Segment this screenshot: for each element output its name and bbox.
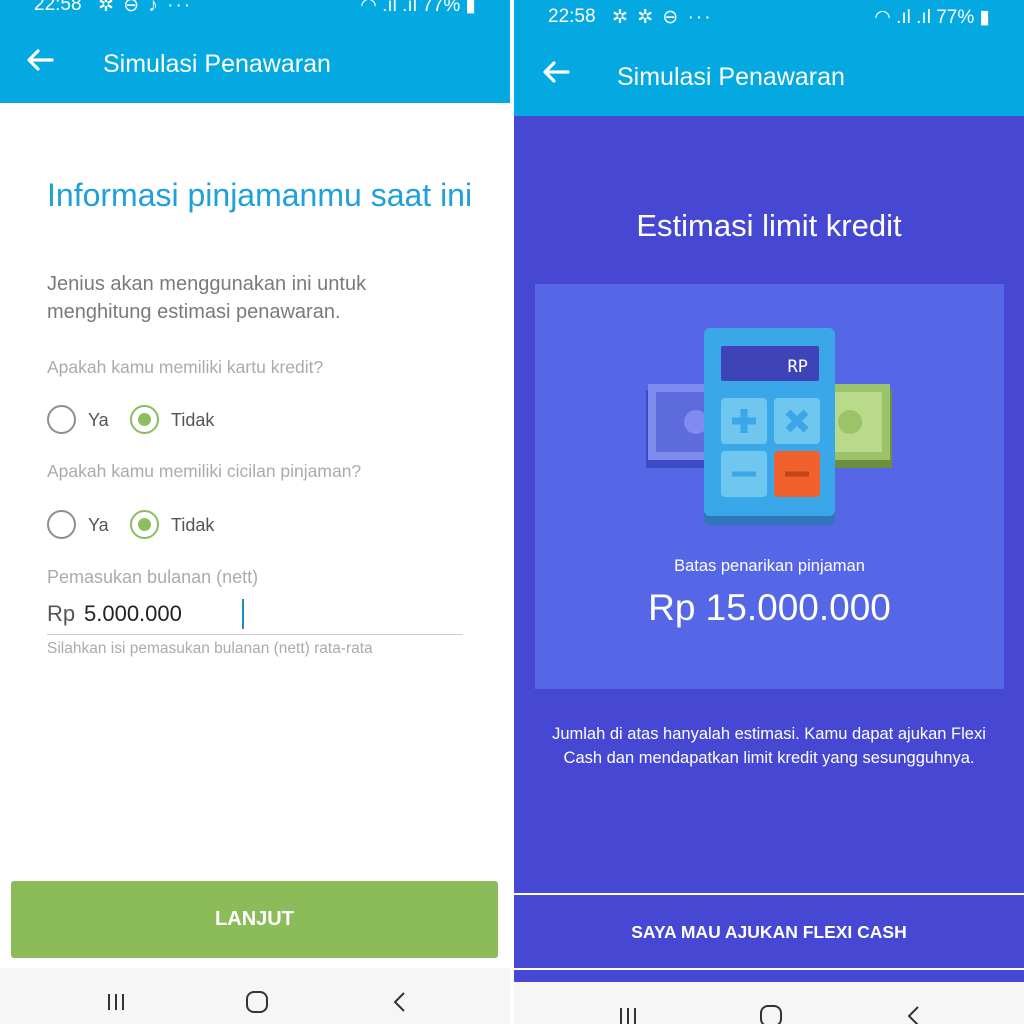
status-time: 22:58 [34, 0, 82, 15]
battery-icon: ▮ [979, 7, 990, 28]
battery-level: 77% [936, 7, 975, 28]
signal-icon: .ıl .ıl [896, 7, 931, 28]
status-bar: 22:58 ✲ ⊖ ♪ ··· ◠ .ıl .ıl 77% ▮ [0, 0, 510, 34]
signal-icon: .ıl .ıl [382, 0, 417, 16]
calculator-illustration: RP [646, 328, 892, 525]
recents-icon[interactable] [608, 996, 648, 1024]
form-heading: Informasi pinjamanmu saat ini [47, 177, 473, 213]
right-screen: 22:58 ✲ ✲ ⊖ ··· ◠ .ıl .ıl 77% ▮ Simulasi… [514, 0, 1024, 1024]
system-nav-bar [514, 982, 1024, 1024]
text-cursor [242, 599, 244, 629]
calculator-display: RP [788, 357, 808, 377]
app-bar: 22:58 ✲ ⊖ ♪ ··· ◠ .ıl .ıl 77% ▮ Simulasi… [0, 0, 510, 103]
estimate-card: RP Batas penarikan pinjaman Rp 15.000.00… [535, 284, 1004, 689]
home-icon[interactable] [751, 996, 791, 1024]
status-time: 22:58 [548, 6, 596, 27]
page-title: Simulasi Penawaran [617, 63, 845, 91]
limit-label: Batas penarikan pinjaman [674, 557, 865, 575]
radio-ya[interactable] [47, 405, 76, 434]
apply-flexi-cash-button[interactable]: SAYA MAU AJUKAN FLEXI CASH [514, 896, 1024, 968]
wifi-icon: ◠ [360, 0, 377, 16]
app-bar: 22:58 ✲ ✲ ⊖ ··· ◠ .ıl .ıl 77% ▮ Simulasi… [514, 0, 1024, 116]
radio-tidak[interactable] [130, 405, 159, 434]
system-nav-bar [0, 968, 510, 1024]
question-credit-card: Apakah kamu memiliki kartu kredit? [47, 357, 324, 377]
estimate-note: Jumlah di atas hanyalah estimasi. Kamu d… [552, 725, 986, 767]
bottom-divider [514, 968, 1024, 970]
battery-icon: ▮ [465, 0, 476, 16]
top-divider [514, 893, 1024, 895]
left-screen: 22:58 ✲ ⊖ ♪ ··· ◠ .ıl .ıl 77% ▮ Simulasi… [0, 0, 510, 1024]
status-right: ◠ .ıl .ıl 77% ▮ [360, 0, 476, 17]
radio-label-ya: Ya [88, 515, 109, 535]
radio-label-ya: Ya [88, 410, 109, 430]
lanjut-button[interactable]: LANJUT [11, 881, 498, 958]
radio-tidak[interactable] [130, 510, 159, 539]
home-icon[interactable] [237, 982, 277, 1022]
page-title: Simulasi Penawaran [103, 50, 331, 78]
notification-icons: ✲ ⊖ ♪ ··· [98, 0, 193, 16]
radio-label-tidak: Tidak [171, 410, 215, 430]
limit-amount: Rp 15.000.000 [648, 587, 891, 628]
notification-icons: ✲ ✲ ⊖ ··· [612, 7, 713, 28]
income-value[interactable]: 5.000.000 [84, 601, 182, 627]
back-nav-icon[interactable] [380, 982, 420, 1022]
question-loan-installment: Apakah kamu memiliki cicilan pinjaman? [47, 461, 362, 481]
battery-level: 77% [422, 0, 461, 16]
back-nav-icon[interactable] [894, 996, 934, 1024]
income-label: Pemasukan bulanan (nett) [47, 567, 259, 587]
screenshot: 22:58 ✲ ⊖ ♪ ··· ◠ .ıl .ıl 77% ▮ Simulasi… [0, 0, 1024, 1024]
radio-label-tidak: Tidak [171, 515, 215, 535]
income-hint: Silahkan isi pemasukan bulanan (nett) ra… [47, 640, 373, 657]
form-subtitle: Jenius akan menggunakan ini untuk menghi… [47, 273, 367, 323]
estimate-title: Estimasi limit kredit [636, 208, 902, 243]
back-arrow-icon[interactable] [542, 60, 570, 90]
income-input[interactable]: Rp 5.000.000 [47, 597, 463, 635]
wifi-icon: ◠ [874, 7, 891, 28]
status-bar: 22:58 ✲ ✲ ⊖ ··· ◠ .ıl .ıl 77% ▮ [514, 0, 1024, 34]
radio-group-credit-card: Ya Tidak [47, 405, 347, 435]
back-arrow-icon[interactable] [26, 48, 54, 78]
radio-group-loan-installment: Ya Tidak [47, 510, 347, 540]
radio-ya[interactable] [47, 510, 76, 539]
status-right: ◠ .ıl .ıl 77% ▮ [874, 6, 990, 29]
currency-prefix: Rp [47, 601, 76, 626]
recents-icon[interactable] [96, 982, 136, 1022]
